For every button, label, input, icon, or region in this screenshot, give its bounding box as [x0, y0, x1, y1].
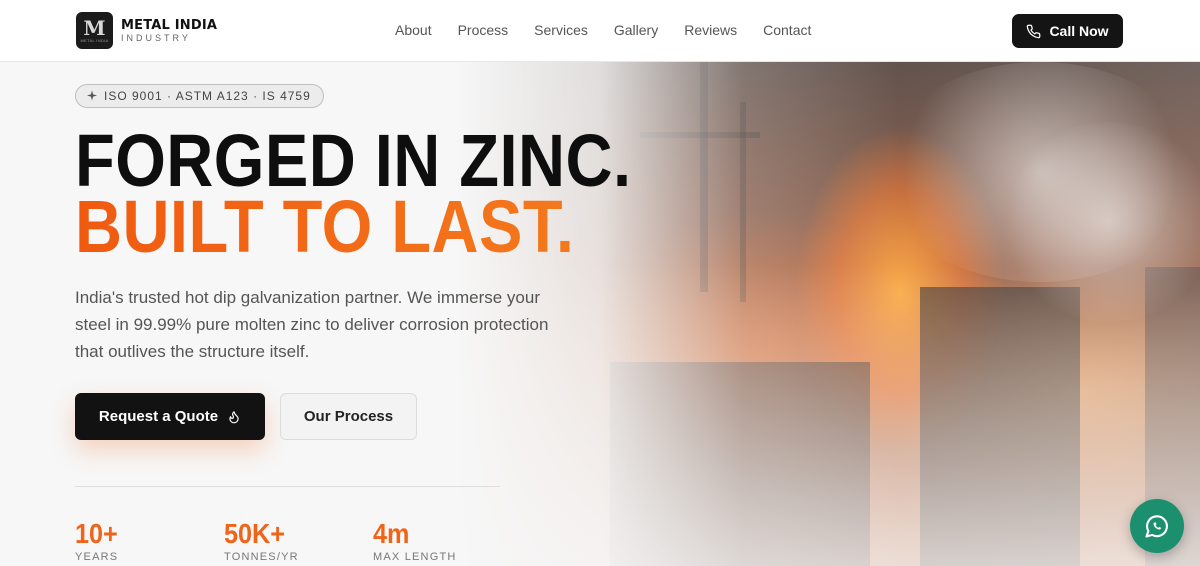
phone-icon [1027, 24, 1041, 38]
our-process-button[interactable]: Our Process [280, 393, 417, 440]
sparkle-icon [87, 90, 97, 101]
stats-row: 10+ YEARS 50K+ TONNES/YR 4m MAX LENGTH [75, 518, 522, 563]
logo-text: METAL INDIA INDUSTRY [121, 18, 217, 43]
nav-links: About Process Services Gallery Reviews C… [395, 22, 837, 38]
hero-description: India's trusted hot dip galvanization pa… [75, 288, 549, 361]
nav-gallery-link[interactable]: Gallery [614, 22, 658, 38]
flame-icon [229, 410, 239, 423]
nav-about-link[interactable]: About [395, 22, 432, 38]
top-navbar: M METAL INDIA METAL INDIA INDUSTRY About… [0, 0, 1200, 62]
stat-years: 10+ YEARS [75, 518, 224, 563]
stat-label: YEARS [75, 551, 119, 563]
our-process-label: Our Process [303, 408, 394, 425]
stat-label: MAX LENGTH [373, 551, 457, 563]
brand-title: METAL INDIA [121, 18, 218, 33]
hero-headline: FORGED IN ZINC. BUILT TO LAST. [75, 124, 632, 264]
logo-mark-subtext: METAL INDIA [80, 38, 109, 43]
request-quote-button[interactable]: Request a Quote [75, 393, 265, 440]
nav-services-link[interactable]: Services [534, 22, 588, 38]
stat-value: 10+ [75, 518, 118, 549]
badge-text: ISO 9001 · ASTM A123 · IS 4759 [104, 89, 311, 103]
headline-line-2: BUILT TO LAST. [75, 190, 632, 264]
call-now-button[interactable]: Call Now [1012, 14, 1123, 48]
whatsapp-chat-button[interactable] [1130, 499, 1184, 553]
stats-divider [75, 486, 500, 487]
stat-max-length: 4m MAX LENGTH [373, 518, 522, 563]
nav-reviews-link[interactable]: Reviews [684, 22, 737, 38]
brand-subtitle: INDUSTRY [121, 33, 191, 43]
logo-mark-icon: M METAL INDIA [76, 12, 113, 49]
stat-label: TONNES/YR [224, 551, 299, 563]
call-now-label: Call Now [1049, 23, 1109, 39]
request-quote-label: Request a Quote [98, 408, 219, 425]
logo-letter: M [83, 16, 106, 40]
stat-tonnes: 50K+ TONNES/YR [224, 518, 373, 563]
certification-badge: ISO 9001 · ASTM A123 · IS 4759 [75, 84, 324, 108]
stat-value: 50K+ [224, 518, 285, 549]
whatsapp-icon [1145, 515, 1168, 538]
brand-logo[interactable]: M METAL INDIA METAL INDIA INDUSTRY [76, 12, 217, 49]
nav-process-link[interactable]: Process [458, 22, 509, 38]
stat-value: 4m [373, 518, 410, 549]
nav-contact-link[interactable]: Contact [763, 22, 811, 38]
